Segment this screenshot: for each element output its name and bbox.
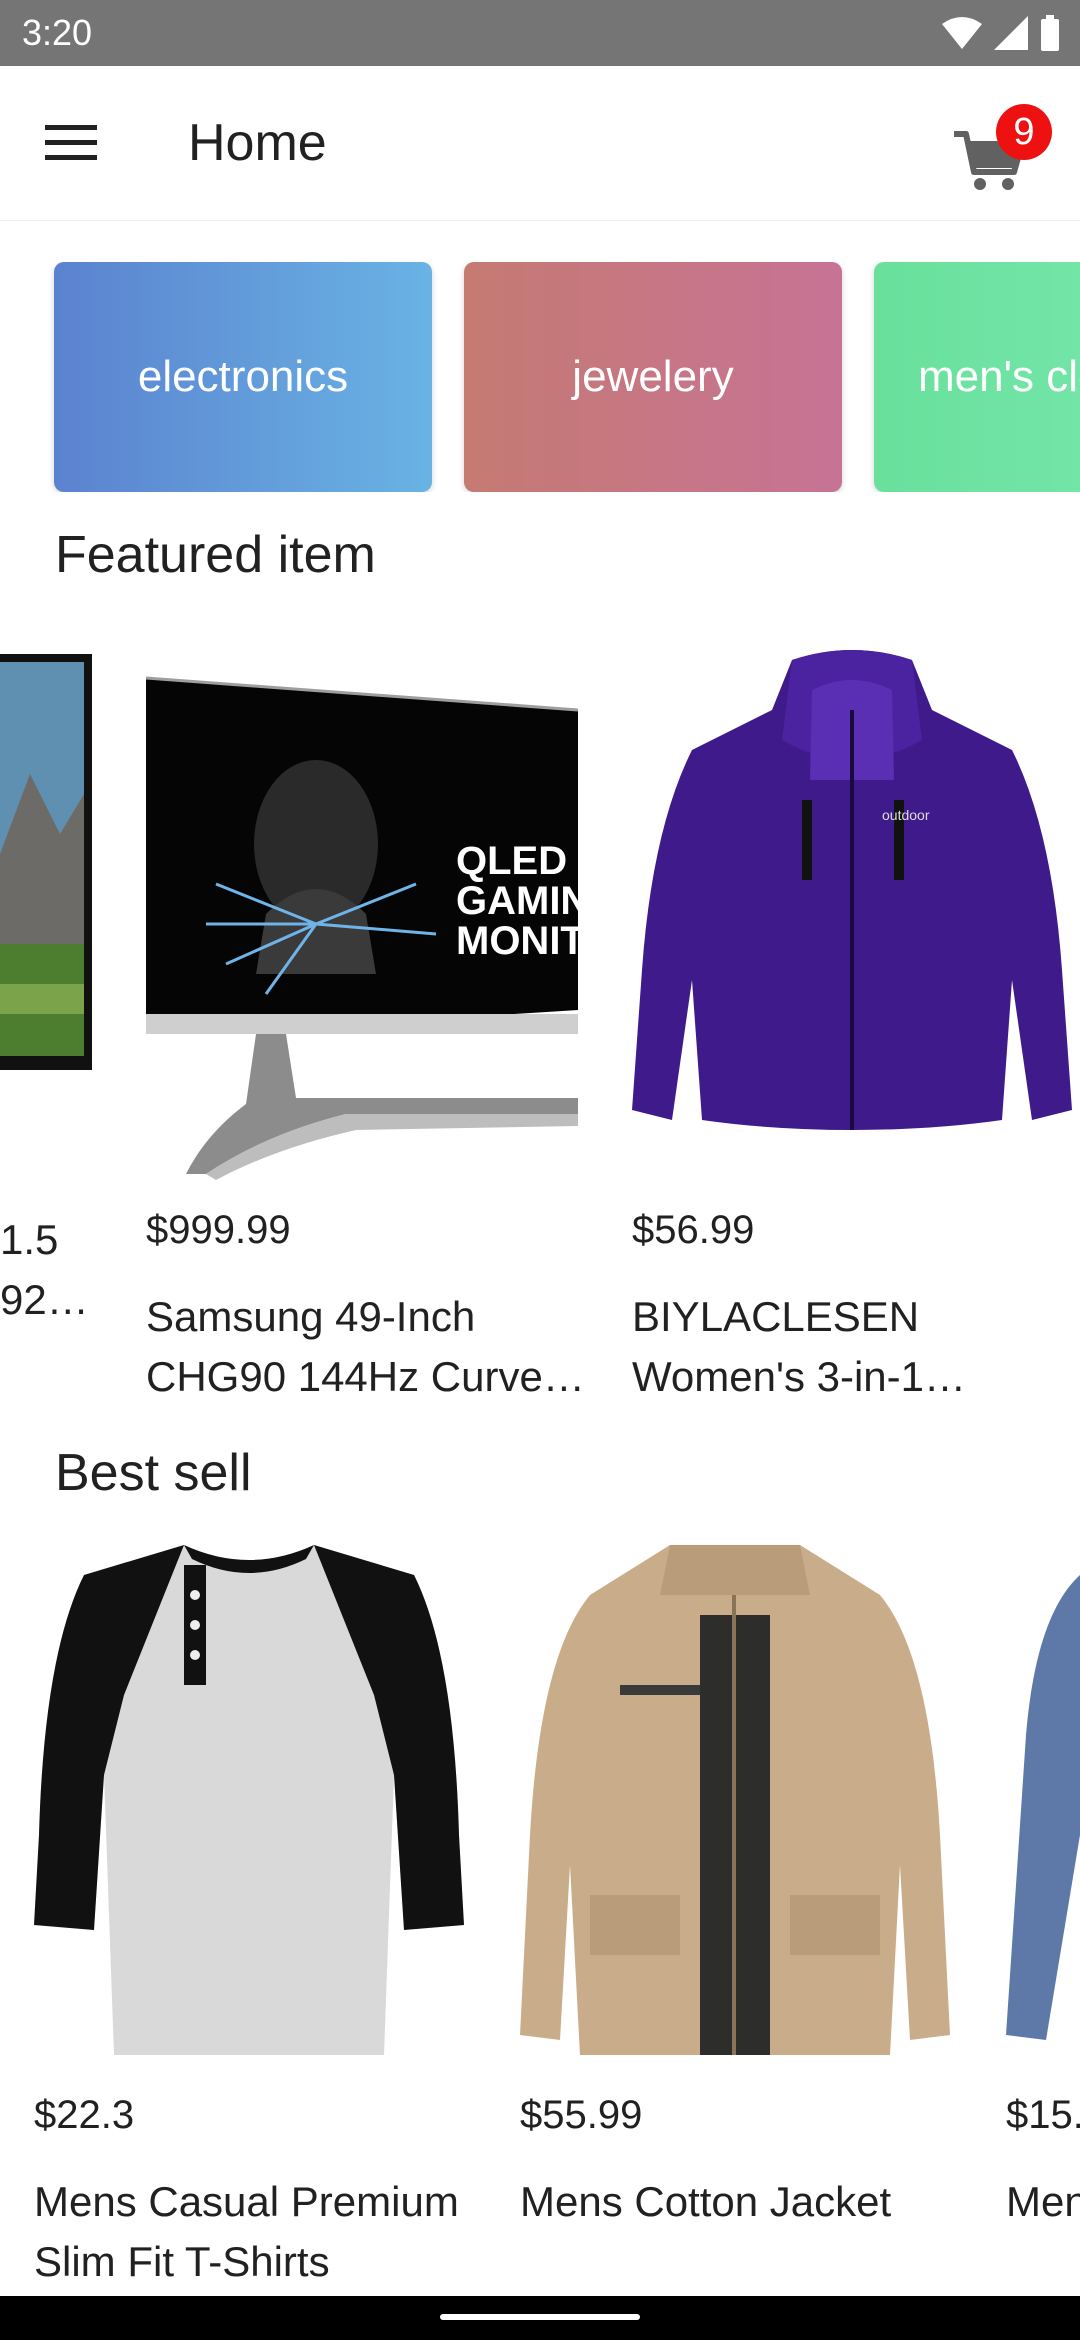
product-image [34, 1535, 464, 2065]
home-gesture-handle[interactable] [440, 2314, 640, 2320]
bestsell-section-title: Best sell [55, 1444, 252, 1502]
product-price: $22.3 [34, 2093, 135, 2137]
product-price: $55.99 [520, 2093, 643, 2137]
featured-carousel[interactable]: 1.5920 .. QLED GAMING MONITOR [0, 650, 1080, 1410]
cart-count-badge: 9 [996, 104, 1052, 160]
product-price: $56.99 [632, 1208, 755, 1252]
product-price: $999.99 [146, 1208, 291, 1252]
cell-signal-icon [994, 16, 1028, 50]
svg-text:MONITOR: MONITOR [456, 919, 578, 963]
status-bar: 3:20 [0, 0, 1080, 66]
product-name: Men [1006, 2178, 1080, 2225]
hamburger-menu-icon [45, 125, 97, 160]
category-label: jewelery [572, 352, 734, 401]
battery-icon [1041, 15, 1059, 51]
wifi-icon [942, 17, 982, 49]
product-name: Mens Casual Premium Slim Fit T-Shirts [34, 2178, 459, 2285]
bestsell-carousel[interactable]: $22.3 Mens Casual Premium Slim Fit T-Shi… [0, 1535, 1080, 2296]
product-price: $15. [1006, 2093, 1080, 2137]
system-navigation-bar [0, 2296, 1080, 2340]
product-card[interactable]: $55.99 Mens Cotton Jacket [520, 1535, 960, 2296]
product-image: QLED GAMING MONITOR [145, 674, 644, 1194]
category-label: electronics [137, 352, 349, 401]
product-image: outdoor [632, 650, 1072, 1180]
featured-section-title: Featured item [55, 526, 376, 584]
category-jewelery[interactable]: jewelery [464, 262, 842, 492]
category-electronics[interactable]: electronics [54, 262, 432, 492]
app-bar: Home 9 [0, 66, 1080, 221]
product-name-partial: 1.5920 .. [0, 1216, 71, 1323]
product-card[interactable]: $15. Men [1006, 1535, 1080, 2296]
product-card[interactable]: QLED GAMING MONITOR $999.99 Samsung 49-I… [145, 650, 644, 1410]
product-name: BIYLACLESEN Women's 3-in-1 Snowboard Jac… [632, 1293, 925, 1400]
category-mens-clothing[interactable]: men's clothing [874, 262, 1080, 492]
svg-text:GAMING: GAMING [456, 879, 578, 923]
product-name: Samsung 49-Inch CHG90 144Hz Curved Gamin… [146, 1293, 567, 1400]
product-card[interactable]: outdoor $56.99 BIYLACLESEN Women's 3-in-… [632, 650, 1072, 1410]
product-card[interactable]: 1.5920 .. [0, 650, 92, 1410]
svg-text:QLED: QLED [456, 839, 567, 883]
category-label: men's clothing [918, 352, 1080, 401]
status-time: 3:20 [22, 12, 93, 53]
product-image [520, 1535, 950, 2065]
product-card[interactable]: $22.3 Mens Casual Premium Slim Fit T-Shi… [34, 1535, 474, 2296]
page-title: Home [188, 114, 327, 172]
category-carousel[interactable]: electronics jewelery men's clothing [0, 262, 1080, 492]
product-image [0, 654, 92, 1070]
svg-text:outdoor: outdoor [882, 807, 930, 823]
product-name: Mens Cotton Jacket [520, 2178, 892, 2225]
product-image [1006, 1535, 1080, 2065]
status-icons [942, 14, 1060, 52]
menu-button[interactable] [36, 110, 106, 176]
cart-button[interactable]: 9 [954, 104, 1052, 196]
